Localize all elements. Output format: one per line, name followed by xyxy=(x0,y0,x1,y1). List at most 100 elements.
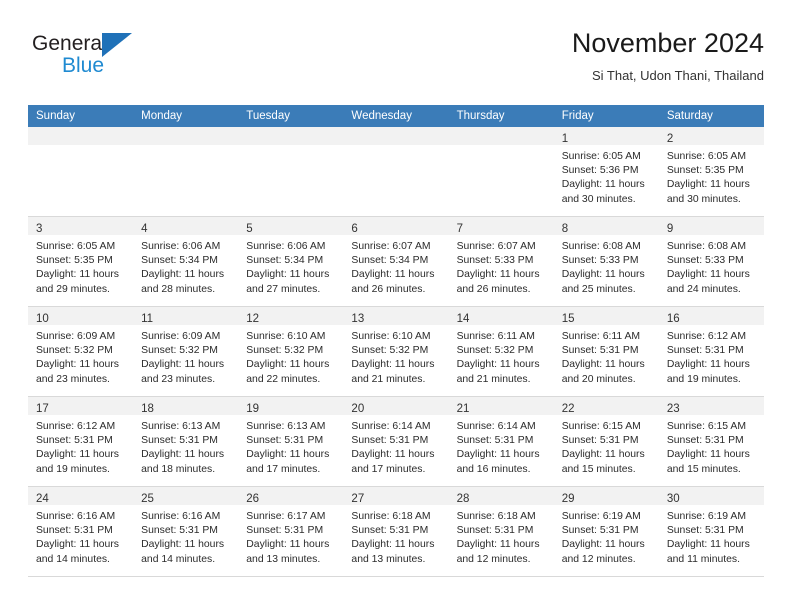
weekday-header-friday: Friday xyxy=(553,105,659,127)
day-cell-inner: 8 Sunrise: 6:08 AM Sunset: 5:33 PM Daylight… xyxy=(553,217,659,306)
daylight-text-line1: Daylight: 11 hours xyxy=(246,269,330,281)
day-cell-details: Sunrise: 6:12 AM Sunset: 5:31 PM Daylight:… xyxy=(659,325,764,387)
daylight-text-line2: and 24 minutes. xyxy=(666,283,741,295)
calendar-day-cell[interactable]: 11 Sunrise: 6:09 AM Sunset: 5:32 PM Dayligh… xyxy=(133,306,239,397)
day-cell-inner: 19 Sunrise: 6:13 AM Sunset: 5:31 PM Dayligh… xyxy=(238,397,344,486)
sunset-text: Sunset: 5:31 PM xyxy=(666,345,744,357)
calendar-day-cell[interactable]: 27 Sunrise: 6:18 AM Sunset: 5:31 PM Dayligh… xyxy=(343,486,449,577)
day-cell-inner: 16 Sunrise: 6:12 AM Sunset: 5:31 PM Dayligh… xyxy=(658,307,764,396)
sunrise-text: Sunrise: 6:17 AM xyxy=(246,511,326,522)
day-cell-details: Sunrise: 6:11 AM Sunset: 5:32 PM Daylight:… xyxy=(449,325,554,387)
day-number-band: 13 xyxy=(343,307,449,325)
calendar-day-cell[interactable]: 30 Sunrise: 6:19 AM Sunset: 5:31 PM Dayligh… xyxy=(658,486,764,577)
day-number: 18 xyxy=(141,403,154,415)
calendar-day-cell[interactable]: 8 Sunrise: 6:08 AM Sunset: 5:33 PM Daylight… xyxy=(553,216,659,307)
calendar-day-cell[interactable]: 22 Sunrise: 6:15 AM Sunset: 5:31 PM Dayligh… xyxy=(553,396,659,487)
calendar-day-cell[interactable]: 26 Sunrise: 6:17 AM Sunset: 5:31 PM Dayligh… xyxy=(238,486,344,577)
day-number-band: 14 xyxy=(448,307,554,325)
daylight-text-line1: Daylight: 11 hours xyxy=(456,269,540,281)
sunrise-text: Sunrise: 6:11 AM xyxy=(456,331,535,342)
day-number: 11 xyxy=(141,313,154,325)
day-number: 12 xyxy=(246,313,260,325)
day-cell-inner: 29 Sunrise: 6:19 AM Sunset: 5:31 PM Dayligh… xyxy=(553,487,659,576)
day-number-band: 3 xyxy=(28,217,134,235)
sunset-text: Sunset: 5:31 PM xyxy=(246,435,324,447)
day-cell-inner: 1 Sunrise: 6:05 AM Sunset: 5:36 PM Daylight… xyxy=(553,127,659,216)
calendar-day-cell[interactable]: 23 Sunrise: 6:15 AM Sunset: 5:31 PM Dayligh… xyxy=(658,396,764,487)
sunset-text: Sunset: 5:31 PM xyxy=(456,525,534,537)
calendar-day-cell[interactable]: 9 Sunrise: 6:08 AM Sunset: 5:33 PM Daylight… xyxy=(658,216,764,307)
daylight-text-line2: and 26 minutes. xyxy=(351,283,426,295)
calendar-day-cell[interactable]: 24 Sunrise: 6:16 AM Sunset: 5:31 PM Dayligh… xyxy=(28,486,134,577)
calendar-empty-cell xyxy=(448,127,554,217)
calendar-day-cell[interactable]: 6 Sunrise: 6:07 AM Sunset: 5:34 PM Daylight… xyxy=(343,216,449,307)
sunrise-text: Sunrise: 6:12 AM xyxy=(666,331,746,342)
calendar-day-cell[interactable]: 13 Sunrise: 6:10 AM Sunset: 5:32 PM Dayligh… xyxy=(343,306,449,397)
calendar-day-cell[interactable]: 10 Sunrise: 6:09 AM Sunset: 5:32 PM Dayligh… xyxy=(28,306,134,397)
daylight-text-line1: Daylight: 11 hours xyxy=(561,449,645,461)
day-number: 3 xyxy=(36,223,43,235)
day-cell-inner: 3 Sunrise: 6:05 AM Sunset: 5:35 PM Daylight… xyxy=(28,217,134,306)
daylight-text-line2: and 30 minutes. xyxy=(666,193,741,205)
daylight-text-line2: and 17 minutes. xyxy=(351,463,426,475)
calendar-page: General Blue November 2024 Si That, Udon… xyxy=(0,0,792,612)
day-cell-inner xyxy=(343,127,449,216)
day-cell-details: Sunrise: 6:09 AM Sunset: 5:32 PM Daylight:… xyxy=(28,325,133,387)
day-cell-details: Sunrise: 6:06 AM Sunset: 5:34 PM Daylight:… xyxy=(133,235,238,297)
calendar-day-cell[interactable]: 20 Sunrise: 6:14 AM Sunset: 5:31 PM Dayligh… xyxy=(343,396,449,487)
calendar-day-cell[interactable]: 28 Sunrise: 6:18 AM Sunset: 5:31 PM Dayligh… xyxy=(448,486,554,577)
day-cell-inner: 20 Sunrise: 6:14 AM Sunset: 5:31 PM Dayligh… xyxy=(343,397,449,486)
calendar-grid: Sunday Monday Tuesday Wednesday Thursday… xyxy=(28,105,764,577)
day-cell-inner: 15 Sunrise: 6:11 AM Sunset: 5:31 PM Dayligh… xyxy=(553,307,659,396)
calendar-day-cell[interactable]: 4 Sunrise: 6:06 AM Sunset: 5:34 PM Daylight… xyxy=(133,216,239,307)
day-cell-details: Sunrise: 6:07 AM Sunset: 5:33 PM Daylight:… xyxy=(449,235,554,297)
calendar-day-cell[interactable]: 21 Sunrise: 6:14 AM Sunset: 5:31 PM Dayligh… xyxy=(448,396,554,487)
sunset-text: Sunset: 5:31 PM xyxy=(561,345,639,357)
day-number-band: 28 xyxy=(448,487,554,505)
day-number-band: 17 xyxy=(28,397,134,415)
calendar-day-cell[interactable]: 3 Sunrise: 6:05 AM Sunset: 5:35 PM Daylight… xyxy=(28,216,134,307)
daylight-text-line2: and 30 minutes. xyxy=(561,193,636,205)
calendar-day-cell[interactable]: 16 Sunrise: 6:12 AM Sunset: 5:31 PM Dayligh… xyxy=(658,306,764,397)
calendar-day-cell[interactable]: 5 Sunrise: 6:06 AM Sunset: 5:34 PM Daylight… xyxy=(238,216,344,307)
sunrise-text: Sunrise: 6:13 AM xyxy=(141,421,221,432)
day-number: 9 xyxy=(666,223,674,235)
sunset-text: Sunset: 5:34 PM xyxy=(141,255,218,267)
calendar-day-cell[interactable]: 25 Sunrise: 6:16 AM Sunset: 5:31 PM Dayligh… xyxy=(133,486,239,577)
daylight-text-line1: Daylight: 11 hours xyxy=(141,269,225,281)
sunset-text: Sunset: 5:31 PM xyxy=(456,435,534,447)
general-blue-logo[interactable]: General Blue xyxy=(28,32,228,84)
day-cell-inner: 24 Sunrise: 6:16 AM Sunset: 5:31 PM Dayligh… xyxy=(28,487,134,576)
day-number: 27 xyxy=(351,493,365,505)
daylight-text-line2: and 15 minutes. xyxy=(666,463,741,475)
calendar-day-cell[interactable]: 19 Sunrise: 6:13 AM Sunset: 5:31 PM Dayligh… xyxy=(238,396,344,487)
day-number-band: 27 xyxy=(343,487,449,505)
day-number: 16 xyxy=(666,313,680,325)
calendar-day-cell[interactable]: 17 Sunrise: 6:12 AM Sunset: 5:31 PM Dayligh… xyxy=(28,396,134,487)
sunset-text: Sunset: 5:31 PM xyxy=(666,435,744,447)
calendar-day-cell[interactable]: 29 Sunrise: 6:19 AM Sunset: 5:31 PM Dayligh… xyxy=(553,486,659,577)
sunset-text: Sunset: 5:34 PM xyxy=(246,255,324,267)
calendar-day-cell[interactable]: 7 Sunrise: 6:07 AM Sunset: 5:33 PM Daylight… xyxy=(448,216,554,307)
calendar-day-cell[interactable]: 14 Sunrise: 6:11 AM Sunset: 5:32 PM Dayligh… xyxy=(448,306,554,397)
sunset-text: Sunset: 5:32 PM xyxy=(36,345,113,357)
calendar-day-cell[interactable]: 2 Sunrise: 6:05 AM Sunset: 5:35 PM Daylight… xyxy=(658,127,764,217)
sunrise-text: Sunrise: 6:05 AM xyxy=(36,241,116,252)
calendar-day-cell[interactable]: 1 Sunrise: 6:05 AM Sunset: 5:36 PM Daylight… xyxy=(553,127,659,217)
day-cell-details: Sunrise: 6:12 AM Sunset: 5:31 PM Daylight:… xyxy=(28,415,133,477)
calendar-day-cell[interactable]: 15 Sunrise: 6:11 AM Sunset: 5:31 PM Dayligh… xyxy=(553,306,659,397)
sunrise-text: Sunrise: 6:16 AM xyxy=(36,511,116,522)
daylight-text-line1: Daylight: 11 hours xyxy=(456,359,540,371)
calendar-day-cell[interactable]: 18 Sunrise: 6:13 AM Sunset: 5:31 PM Dayligh… xyxy=(133,396,239,487)
day-number: 29 xyxy=(561,493,575,505)
calendar-body: 1 Sunrise: 6:05 AM Sunset: 5:36 PM Daylight… xyxy=(28,127,764,577)
daylight-text-line2: and 27 minutes. xyxy=(246,283,321,295)
day-number-band: 26 xyxy=(238,487,344,505)
daylight-text-line1: Daylight: 11 hours xyxy=(456,449,540,461)
sunset-text: Sunset: 5:32 PM xyxy=(351,345,429,357)
sunset-text: Sunset: 5:31 PM xyxy=(561,525,639,537)
day-number-band: 16 xyxy=(658,307,764,325)
day-cell-details: Sunrise: 6:15 AM Sunset: 5:31 PM Daylight:… xyxy=(554,415,659,477)
calendar-day-cell[interactable]: 12 Sunrise: 6:10 AM Sunset: 5:32 PM Dayligh… xyxy=(238,306,344,397)
logo-triangle-icon xyxy=(102,33,132,57)
